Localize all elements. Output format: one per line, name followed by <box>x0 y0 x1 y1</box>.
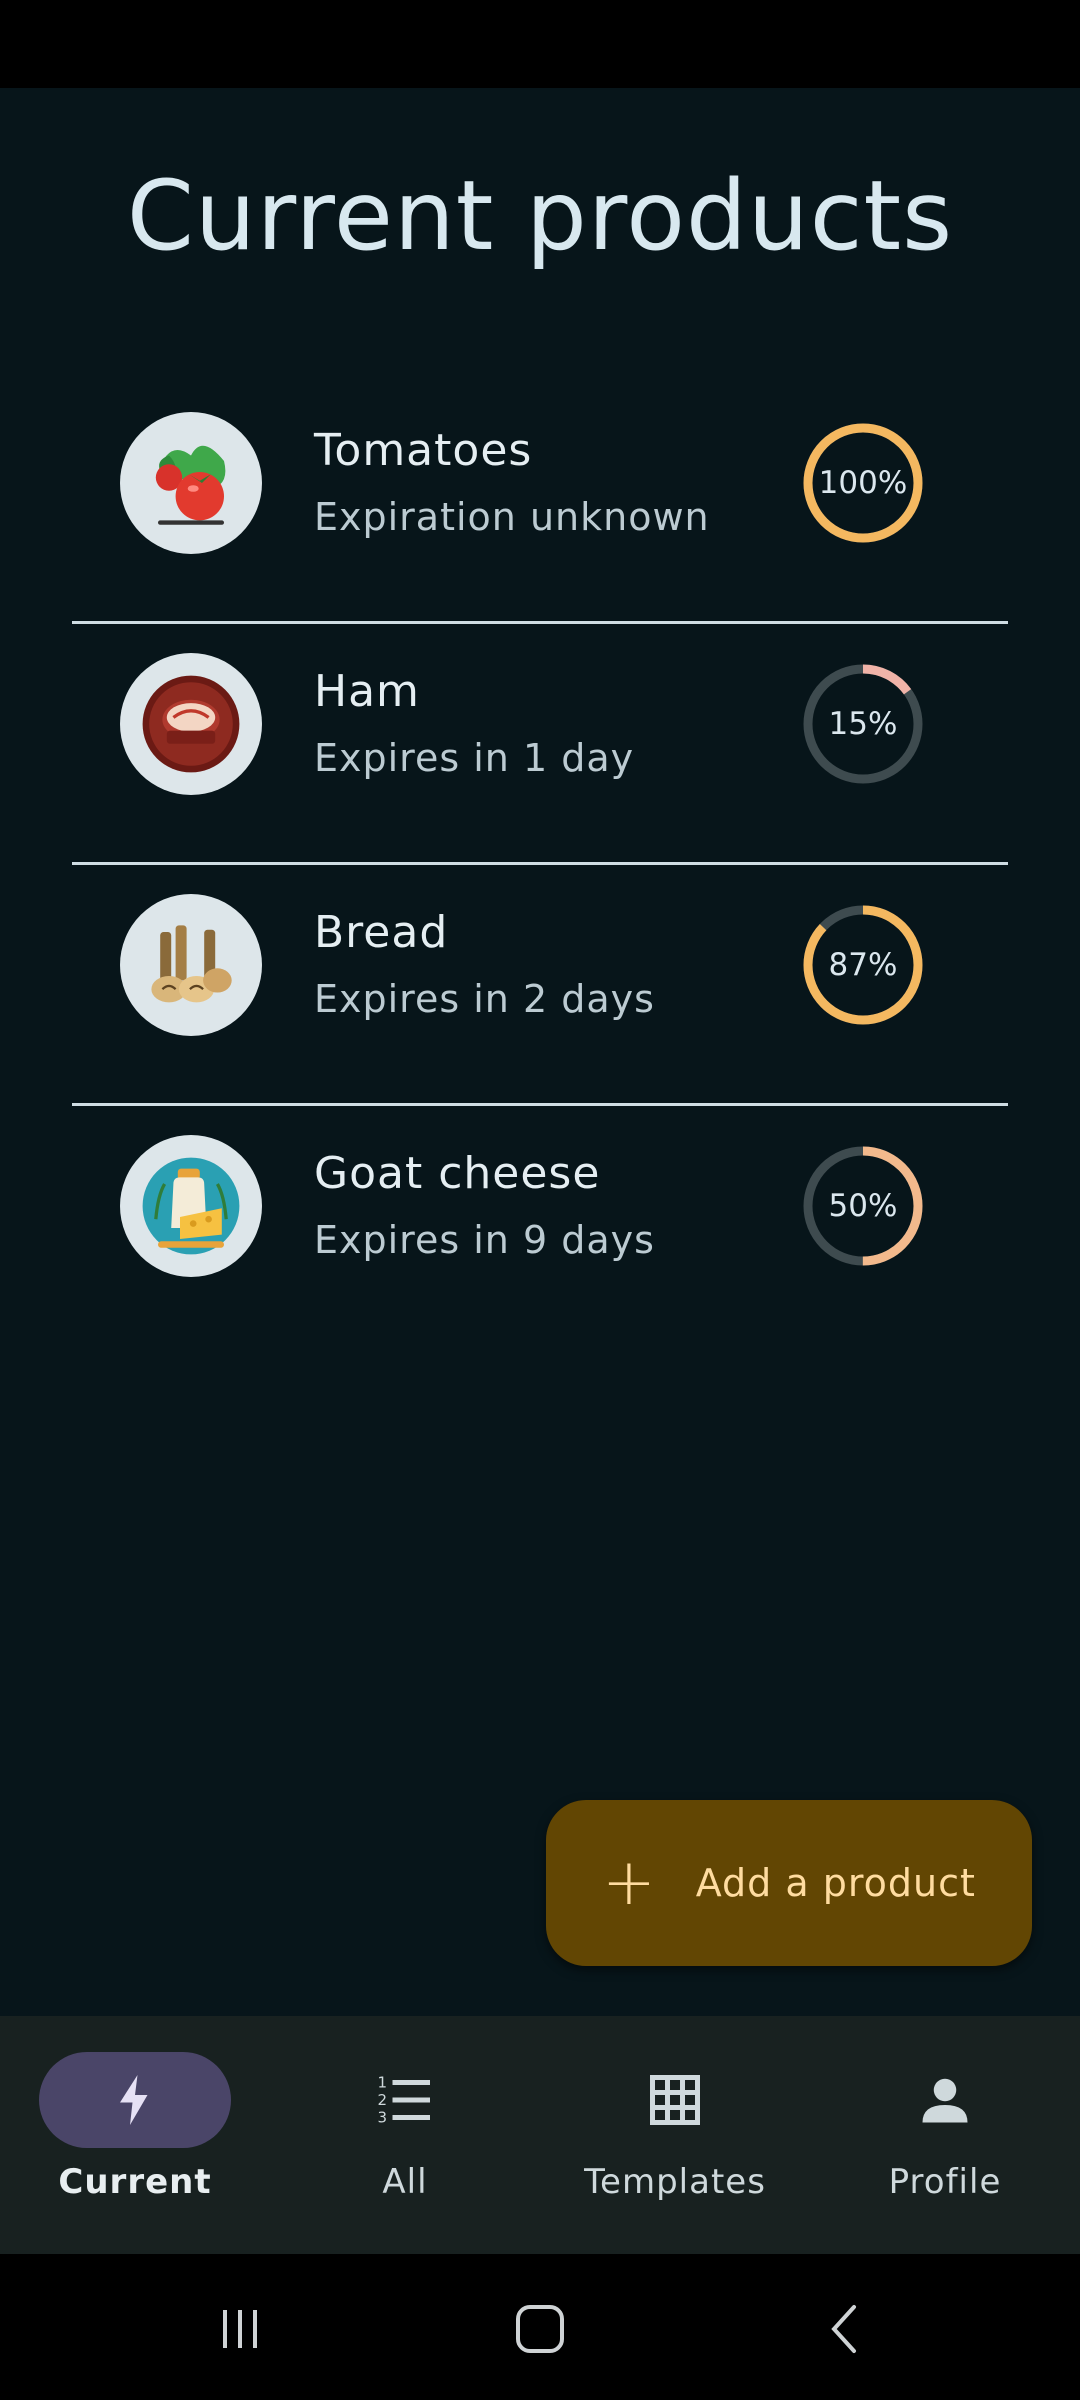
freshness-percent: 50% <box>828 1188 898 1224</box>
bread-icon <box>120 894 262 1036</box>
tomato-icon <box>120 412 262 554</box>
svg-text:3: 3 <box>378 2109 388 2127</box>
product-name: Tomatoes <box>314 425 533 476</box>
nav-label: Profile <box>888 2162 1002 2202</box>
product-expiration: Expiration unknown <box>314 495 710 539</box>
cheese-icon <box>120 1135 262 1277</box>
product-item-ham[interactable]: Ham Expires in 1 day 15% <box>0 621 1080 862</box>
back-icon[interactable] <box>805 2294 885 2364</box>
freshness-percent: 100% <box>818 465 908 501</box>
product-item-tomatoes[interactable]: Tomatoes Expiration unknown 100% <box>0 380 1080 621</box>
freshness-ring: 15% <box>800 661 926 787</box>
bottom-navigation: Current 1 2 3 All Templates Profile <box>0 2016 1080 2254</box>
freshness-ring: 100% <box>800 420 926 546</box>
status-bar <box>0 0 1080 88</box>
nav-item-templates[interactable]: Templates <box>540 2016 810 2254</box>
product-list: Tomatoes Expiration unknown 100% Ham Exp… <box>0 380 1080 1344</box>
bolt-icon <box>39 2052 231 2148</box>
nav-label: Templates <box>584 2162 766 2202</box>
freshness-percent: 15% <box>828 706 898 742</box>
svg-text:1: 1 <box>378 2074 388 2092</box>
product-expiration: Expires in 2 days <box>314 977 655 1021</box>
freshness-ring: 87% <box>800 902 926 1028</box>
nav-label: Current <box>58 2162 212 2202</box>
freshness-ring: 50% <box>800 1143 926 1269</box>
add-product-button[interactable]: + Add a product <box>546 1800 1032 1966</box>
person-icon <box>849 2052 1041 2148</box>
nav-item-all[interactable]: 1 2 3 All <box>270 2016 540 2254</box>
nav-item-profile[interactable]: Profile <box>810 2016 1080 2254</box>
product-expiration: Expires in 1 day <box>314 736 635 780</box>
home-icon[interactable] <box>500 2294 580 2364</box>
numbered-list-icon: 1 2 3 <box>309 2052 501 2148</box>
ham-icon <box>120 653 262 795</box>
svg-text:2: 2 <box>378 2091 388 2109</box>
product-name: Ham <box>314 666 420 717</box>
product-item-bread[interactable]: Bread Expires in 2 days 87% <box>0 862 1080 1103</box>
nav-label: All <box>382 2162 428 2202</box>
product-name: Bread <box>314 907 449 958</box>
product-expiration: Expires in 9 days <box>314 1218 655 1262</box>
system-navigation-bar <box>0 2254 1080 2400</box>
nav-item-current[interactable]: Current <box>0 2016 270 2254</box>
plus-icon: + <box>602 1846 656 1920</box>
page-title: Current products <box>126 160 954 272</box>
freshness-percent: 87% <box>828 947 898 983</box>
recent-apps-icon[interactable] <box>200 2294 280 2364</box>
product-name: Goat cheese <box>314 1148 601 1199</box>
product-item-goat-cheese[interactable]: Goat cheese Expires in 9 days 50% <box>0 1103 1080 1344</box>
add-product-label: Add a product <box>695 1861 976 1905</box>
grid-icon <box>579 2052 771 2148</box>
